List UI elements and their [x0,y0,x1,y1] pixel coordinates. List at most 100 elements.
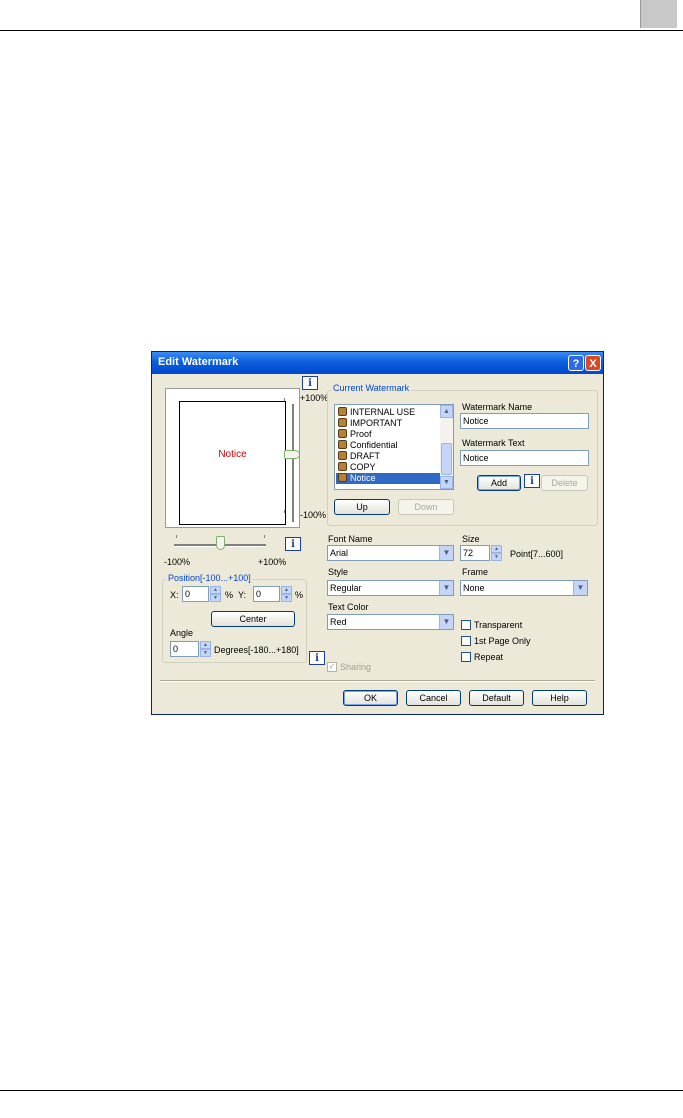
y-unit: % [295,590,304,600]
watermark-icon [338,462,347,471]
frame-select[interactable]: None ▼ [460,580,588,596]
footer-separator [160,680,595,682]
center-button[interactable]: Center [211,611,295,627]
sharing-label: Sharing [340,662,372,672]
watermark-icon [338,451,347,460]
watermark-icon [338,418,347,427]
list-item[interactable]: Confidential [336,440,440,451]
x-unit: % [225,590,234,600]
transparent-label: Transparent [474,620,523,630]
frame-label: Frame [462,567,489,577]
list-scrollbar[interactable]: ▲ ▼ [440,405,453,489]
vertical-slider-thumb[interactable] [284,450,300,459]
scroll-down-icon[interactable]: ▼ [440,476,453,489]
spin-down-icon[interactable]: ▼ [281,594,292,602]
info-icon-add[interactable]: i [524,474,540,488]
chevron-down-icon[interactable]: ▼ [439,615,453,629]
list-item[interactable]: DRAFT [336,451,440,462]
scroll-up-icon[interactable]: ▲ [440,405,453,418]
angle-input[interactable]: 0 [170,641,199,657]
vertical-tick [284,398,285,401]
spin-up-icon[interactable]: ▲ [281,586,292,594]
horizontal-left-label: -100% [164,557,191,567]
watermark-text-input[interactable]: Notice [460,450,589,466]
help-icon[interactable]: ? [568,355,584,371]
size-input[interactable]: 72 [460,545,490,561]
font-name-value: Arial [330,548,349,558]
spin-down-icon[interactable]: ▼ [210,594,221,602]
chevron-down-icon[interactable]: ▼ [439,581,453,595]
preview-watermark-text: Notice [218,449,247,460]
cancel-button[interactable]: Cancel [406,690,461,706]
transparent-checkbox[interactable] [461,620,471,630]
add-button[interactable]: Add [477,475,521,491]
list-item[interactable]: INTERNAL USE [336,407,440,418]
text-color-select[interactable]: Red ▼ [327,614,454,630]
ok-button[interactable]: OK [343,690,398,706]
style-value: Regular [330,583,362,593]
page-top-rule [0,30,683,31]
vertical-tick [284,510,285,513]
watermark-name-label: Watermark Name [462,402,533,412]
chevron-down-icon[interactable]: ▼ [573,581,587,595]
preview-paper: Notice [179,401,286,525]
scroll-thumb[interactable] [441,443,452,475]
size-label: Size [462,534,480,544]
spin-down-icon[interactable]: ▼ [491,553,502,561]
watermark-icon [338,440,347,449]
angle-stepper[interactable]: ▲ ▼ [200,641,211,657]
help-button[interactable]: Help [532,690,587,706]
page-number-box [640,0,677,28]
style-label: Style [328,567,349,577]
down-button[interactable]: Down [398,499,454,515]
list-item-selected[interactable]: Notice [336,473,440,484]
spin-down-icon[interactable]: ▼ [200,649,211,657]
delete-button[interactable]: Delete [541,475,588,491]
default-button[interactable]: Default [469,690,524,706]
info-icon-sharing[interactable]: i [309,651,325,665]
y-input[interactable]: 0 [253,586,280,602]
spin-up-icon[interactable]: ▲ [210,586,221,594]
watermark-icon [338,429,347,438]
size-stepper[interactable]: ▲ ▼ [491,545,502,561]
repeat-label: Repeat [474,652,504,662]
first-page-only-label: 1st Page Only [474,636,531,646]
x-input[interactable]: 0 [182,586,209,602]
first-page-only-checkbox[interactable] [461,636,471,646]
list-item[interactable]: COPY [336,462,440,473]
y-stepper[interactable]: ▲ ▼ [281,586,292,602]
watermark-name-input[interactable]: Notice [460,413,589,429]
vertical-top-label: +100% [300,393,329,403]
vertical-bottom-label: -100% [300,510,327,520]
title-bar[interactable]: Edit Watermark ? X [152,352,603,374]
horizontal-slider-thumb[interactable] [216,536,225,550]
horizontal-tick [176,535,177,538]
size-range-label: Point[7...600] [510,549,564,559]
sharing-checkbox[interactable]: ✓ [327,662,337,672]
spin-up-icon[interactable]: ▲ [200,641,211,649]
watermark-list[interactable]: INTERNAL USE IMPORTANT Proof Confidentia… [334,404,454,490]
list-item[interactable]: Proof [336,429,440,440]
x-label: X: [170,590,179,600]
list-item[interactable]: IMPORTANT [336,418,440,429]
info-icon-horizontal[interactable]: i [285,537,301,551]
x-stepper[interactable]: ▲ ▼ [210,586,221,602]
chevron-down-icon[interactable]: ▼ [439,546,453,560]
font-name-select[interactable]: Arial ▼ [327,545,454,561]
angle-label: Angle [170,628,194,638]
repeat-checkbox[interactable] [461,652,471,662]
watermark-text-label: Watermark Text [462,438,525,448]
style-select[interactable]: Regular ▼ [327,580,454,596]
y-label: Y: [238,590,247,600]
edit-watermark-dialog: Edit Watermark ? X Notice i +100% -100% … [151,351,604,715]
close-icon[interactable]: X [585,355,601,371]
angle-range-label: Degrees[-180...+180] [214,645,299,655]
text-color-value: Red [330,617,347,627]
up-button[interactable]: Up [334,499,390,515]
text-color-label: Text Color [328,602,369,612]
info-icon-preview[interactable]: i [302,376,318,390]
vertical-slider-track[interactable] [292,404,295,522]
font-name-label: Font Name [328,534,373,544]
horizontal-tick [264,535,265,538]
spin-up-icon[interactable]: ▲ [491,545,502,553]
